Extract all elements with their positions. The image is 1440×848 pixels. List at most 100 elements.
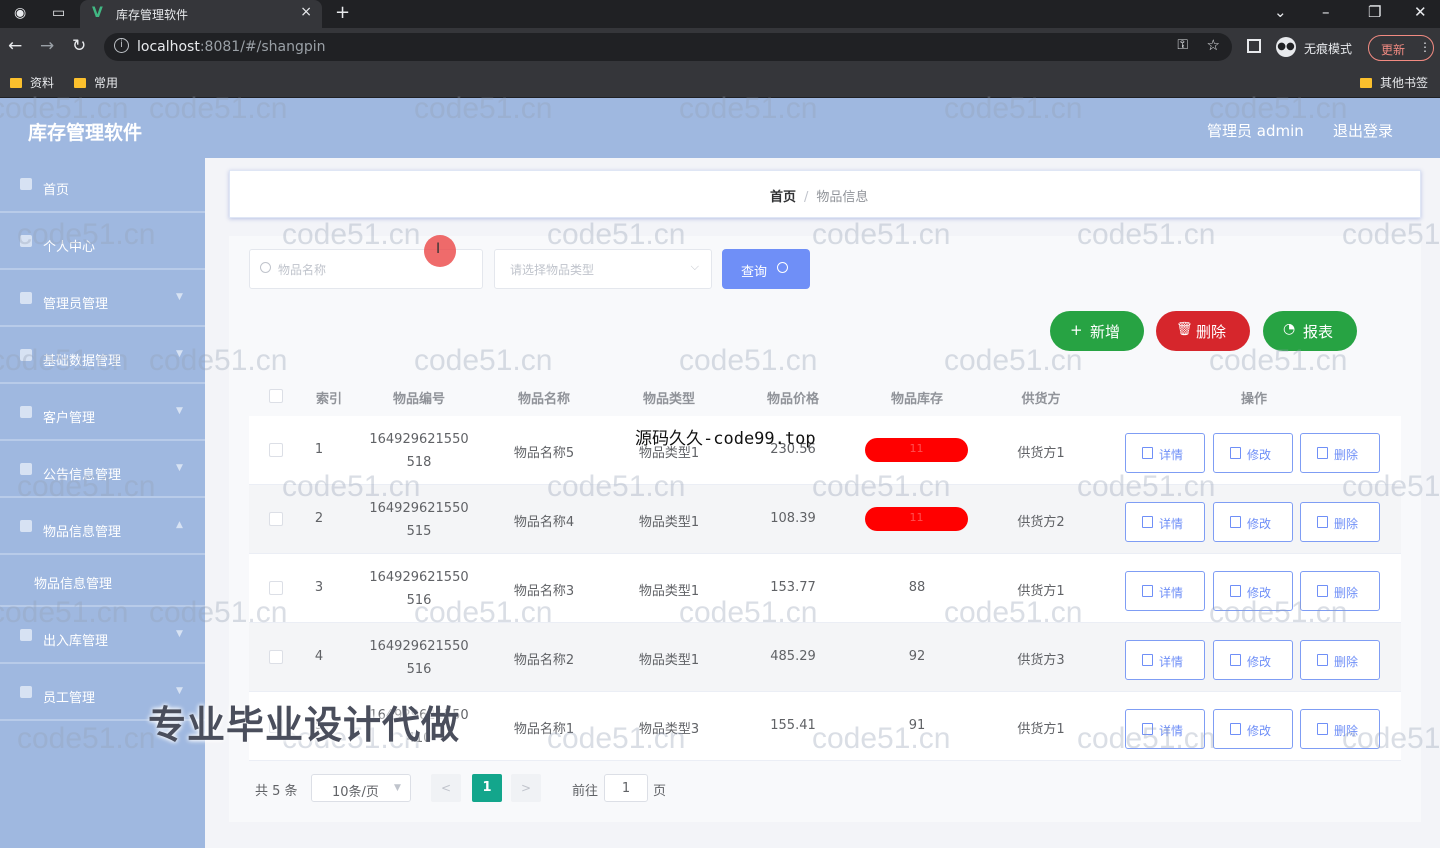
goods-name-input[interactable] xyxy=(278,260,468,280)
app-title: 库存管理软件 xyxy=(28,122,143,144)
chevron-down-icon: ▼ xyxy=(176,686,183,696)
edit-button[interactable]: 修改 xyxy=(1213,640,1293,680)
chevron-down-icon: ▼ xyxy=(176,406,183,416)
page-suffix: 页 xyxy=(653,784,667,799)
detail-button[interactable]: 详情 xyxy=(1125,709,1205,749)
edit-button[interactable]: 修改 xyxy=(1213,571,1293,611)
report-button[interactable]: ◔ 报表 xyxy=(1263,311,1357,351)
goods-type-input[interactable] xyxy=(510,260,700,280)
row-checkbox[interactable] xyxy=(269,581,283,595)
sidebar-item-basic-data[interactable]: 基础数据管理 ▼ xyxy=(0,329,205,384)
breadcrumb: 首页 / 物品信息 xyxy=(770,190,869,205)
sidebar-item-home[interactable]: 首页 xyxy=(0,158,205,213)
reload-icon[interactable]: ↻ xyxy=(72,36,86,56)
row-checkbox[interactable] xyxy=(269,443,283,457)
browser-menu-icon[interactable]: ◉ xyxy=(14,5,26,21)
select-all-checkbox[interactable] xyxy=(269,389,283,403)
tab-strip-icon[interactable]: ▭ xyxy=(52,5,65,21)
bookmark-folder[interactable]: 资料 xyxy=(10,74,54,91)
page-size-select[interactable]: 10条/页 ▼ xyxy=(311,774,411,802)
goods-name-search[interactable] xyxy=(249,249,483,289)
bookmark-folder[interactable]: 常用 xyxy=(74,74,118,91)
folder-icon xyxy=(74,78,86,88)
logout-link[interactable]: 退出登录 xyxy=(1333,120,1393,141)
side-panel-icon[interactable] xyxy=(1247,39,1261,53)
forward-icon[interactable]: → xyxy=(40,36,54,56)
table-row[interactable]: 1 164929621550 518 物品名称5 物品类型1 230.56 11 … xyxy=(249,416,1401,485)
document-icon xyxy=(1142,654,1153,666)
detail-button[interactable]: 详情 xyxy=(1125,571,1205,611)
goods-type-select[interactable]: ⌵ xyxy=(494,249,712,289)
edit-button[interactable]: 修改 xyxy=(1213,433,1293,473)
sidebar-item-staff[interactable]: 员工管理 ▼ xyxy=(0,666,205,721)
table-row[interactable]: 4 164929621550 516 物品名称2 物品类型1 485.29 92 … xyxy=(249,623,1401,692)
row-checkbox[interactable] xyxy=(269,650,283,664)
breadcrumb-bar: 首页 / 物品信息 xyxy=(229,170,1421,218)
edit-button[interactable]: 修改 xyxy=(1213,709,1293,749)
sidebar-item-goods[interactable]: 物品信息管理 ▲ xyxy=(0,500,205,555)
tab-title: 库存管理软件 xyxy=(116,8,189,22)
vue-favicon-icon: V xyxy=(92,5,103,21)
password-key-icon[interactable]: ⚿ xyxy=(1177,37,1188,53)
edit-icon xyxy=(1230,654,1241,666)
pagination: 共 5 条 10条/页 ▼ < 1 > 前往 页 xyxy=(249,774,849,802)
close-window-icon[interactable]: ✕ xyxy=(1414,3,1427,21)
current-user: 管理员 admin xyxy=(1207,122,1304,140)
goto-page-input[interactable] xyxy=(604,774,648,802)
next-page-button[interactable]: > xyxy=(511,774,541,802)
row-checkbox[interactable] xyxy=(269,719,283,733)
browser-tab[interactable]: V 库存管理软件 × xyxy=(80,0,322,28)
site-info-icon[interactable]: i xyxy=(114,38,129,53)
delete-button[interactable]: 删除 xyxy=(1300,433,1380,473)
more-menu-icon[interactable]: ⋮ xyxy=(1419,40,1431,54)
detail-button[interactable]: 详情 xyxy=(1125,640,1205,680)
sidebar-item-admin[interactable]: 管理员管理 ▼ xyxy=(0,272,205,327)
sidebar-item-customers[interactable]: 客户管理 ▼ xyxy=(0,386,205,441)
goto-label: 前往 xyxy=(572,784,599,799)
edit-icon xyxy=(1230,447,1241,459)
table-row[interactable]: 3 164929621550 516 物品名称3 物品类型1 153.77 88 … xyxy=(249,554,1401,623)
delete-button[interactable]: 删除 xyxy=(1300,502,1380,542)
chevron-down-icon: ▼ xyxy=(176,292,183,302)
tab-close-icon[interactable]: × xyxy=(300,4,312,20)
sidebar-item-profile[interactable]: 个人中心 xyxy=(0,215,205,270)
sidebar-item-notices[interactable]: 公告信息管理 ▼ xyxy=(0,443,205,498)
prev-page-button[interactable]: < xyxy=(431,774,461,802)
bookmark-star-icon[interactable]: ☆ xyxy=(1207,36,1220,54)
detail-button[interactable]: 详情 xyxy=(1125,433,1205,473)
incognito-icon: ●● xyxy=(1276,37,1296,57)
detail-button[interactable]: 详情 xyxy=(1125,502,1205,542)
back-icon[interactable]: ← xyxy=(8,36,22,56)
page-number-current[interactable]: 1 xyxy=(472,774,502,802)
edit-icon xyxy=(1230,585,1241,597)
minimize-icon[interactable]: – xyxy=(1322,3,1330,21)
delete-button[interactable]: 删除 xyxy=(1300,571,1380,611)
stock-alert-badge: 11 xyxy=(865,507,968,531)
edit-button[interactable]: 修改 xyxy=(1213,502,1293,542)
delete-button[interactable]: 删除 xyxy=(1300,709,1380,749)
breadcrumb-home[interactable]: 首页 xyxy=(770,190,796,205)
address-bar[interactable]: i localhost:8081/#/shangpin ⚿ ☆ xyxy=(104,33,1232,61)
row-checkbox[interactable] xyxy=(269,512,283,526)
sidebar-subitem-goods-info[interactable]: 物品信息管理 xyxy=(0,557,205,607)
url-text[interactable]: localhost:8081/#/shangpin xyxy=(137,39,326,55)
document-icon xyxy=(1142,723,1153,735)
total-count: 共 5 条 xyxy=(255,784,298,799)
tab-search-icon[interactable]: ⌄ xyxy=(1274,3,1287,21)
new-tab-icon[interactable]: + xyxy=(335,2,350,23)
breadcrumb-current: 物品信息 xyxy=(816,190,869,205)
browser-tabbar: ◉ ▭ V 库存管理软件 × + ⌄ – ❐ ✕ xyxy=(0,0,1440,28)
table-row[interactable]: 5 164929621550 410 物品名称1 物品类型3 155.41 91 … xyxy=(249,692,1401,761)
browser-toolbar: ← → ↻ i localhost:8081/#/shangpin ⚿ ☆ ●●… xyxy=(0,28,1440,66)
other-bookmarks[interactable]: 其他书签 xyxy=(1360,74,1428,91)
update-button[interactable]: 更新 ⋮ xyxy=(1368,35,1434,61)
batch-delete-button[interactable]: 🗑 删除 xyxy=(1156,311,1250,351)
add-button[interactable]: + 新增 xyxy=(1050,311,1144,351)
search-icon xyxy=(260,262,271,273)
query-button[interactable]: 查询 xyxy=(722,249,810,289)
table-row[interactable]: 2 164929621550 515 物品名称4 物品类型1 108.39 11 … xyxy=(249,485,1401,554)
delete-button[interactable]: 删除 xyxy=(1300,640,1380,680)
document-icon xyxy=(1142,585,1153,597)
maximize-icon[interactable]: ❐ xyxy=(1368,3,1381,21)
sidebar-item-inout[interactable]: 出入库管理 ▼ xyxy=(0,609,205,664)
